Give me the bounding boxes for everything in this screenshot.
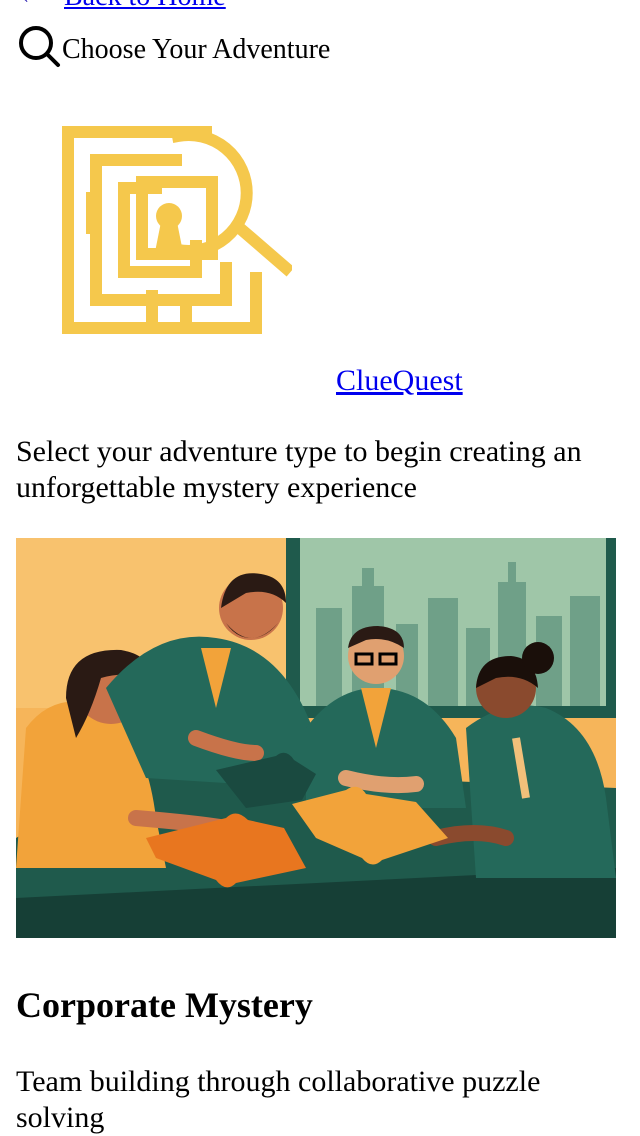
page-title: Choose Your Adventure xyxy=(62,34,331,65)
back-to-home-link[interactable]: Back to Home xyxy=(64,0,226,13)
cluequest-logo xyxy=(56,118,292,340)
arrow-left-icon: ← xyxy=(20,0,64,9)
brand-link[interactable]: ClueQuest xyxy=(336,364,463,398)
card-description: Team building through collaborative puzz… xyxy=(16,1065,541,1134)
search-icon[interactable] xyxy=(16,23,62,69)
page-header: Choose Your Adventure xyxy=(16,20,330,72)
card-title[interactable]: Corporate Mystery xyxy=(16,984,313,1026)
back-to-home-row: ← Back to Home xyxy=(20,0,226,12)
intro-text: Select your adventure type to begin crea… xyxy=(16,435,582,504)
corporate-mystery-image[interactable] xyxy=(16,538,616,938)
